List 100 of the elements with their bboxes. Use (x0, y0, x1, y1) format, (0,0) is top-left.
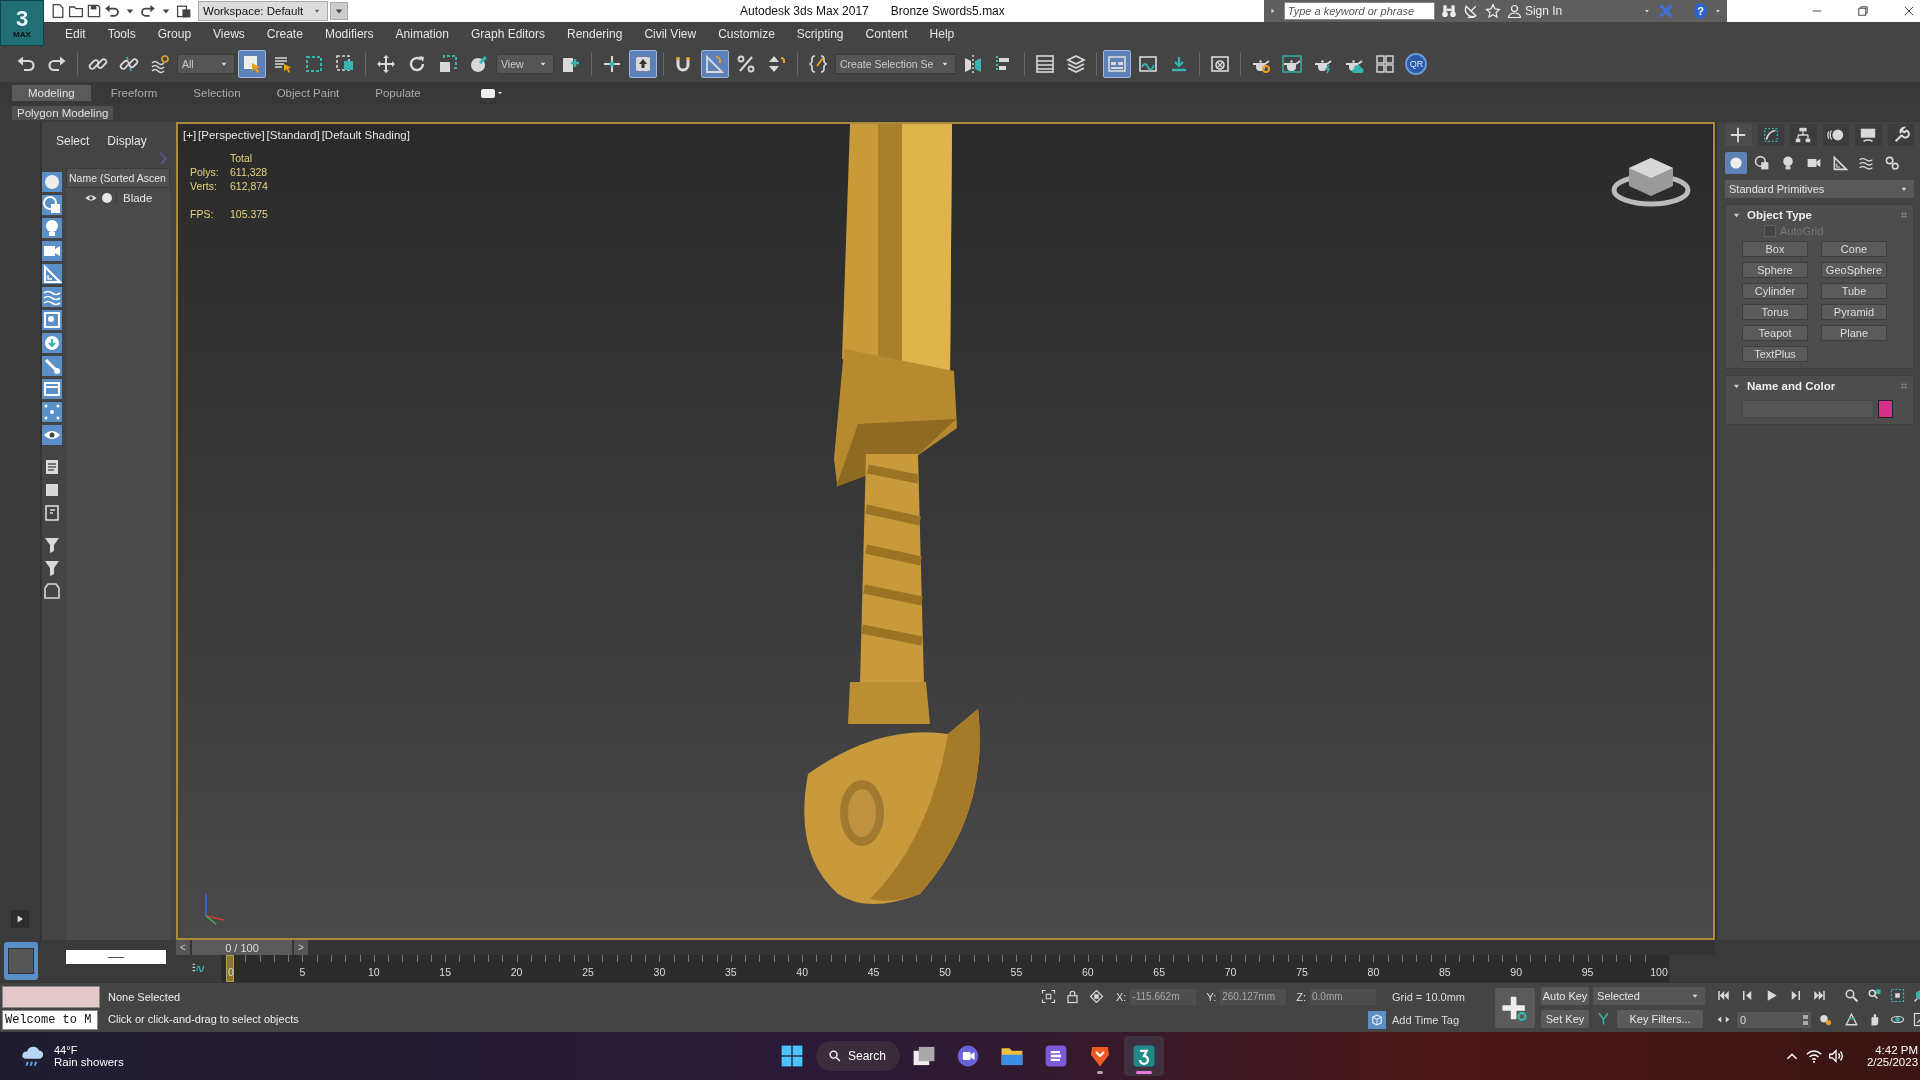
menu-item[interactable]: Edit (54, 27, 97, 41)
set-key-button[interactable]: Set Key (1541, 1009, 1590, 1028)
primitive-button[interactable]: Pyramid (1821, 304, 1887, 320)
primitive-button[interactable]: Sphere (1742, 262, 1808, 278)
column-header[interactable]: Name (Sorted Ascen (66, 168, 170, 188)
primitive-button[interactable]: Cone (1821, 241, 1887, 257)
toolbar-dropdown[interactable]: Create Selection Se (835, 54, 957, 74)
frame-number: 15 (439, 966, 452, 978)
menu-item[interactable]: Rendering (556, 27, 634, 41)
key-filters-button[interactable]: Key Filters... (1617, 1009, 1704, 1028)
primitive-button[interactable]: Cylinder (1742, 283, 1808, 299)
help-button[interactable]: ? (1694, 3, 1708, 19)
temperature[interactable]: 44°F (54, 1044, 124, 1056)
frame-spinner[interactable]: 0 (1737, 1011, 1812, 1028)
frame-number: 60 (1081, 966, 1094, 978)
frame-number: 100 (1650, 966, 1668, 978)
explorer-menu[interactable]: Display (107, 134, 147, 148)
frame-number: 80 (1367, 966, 1380, 978)
time-slider-track[interactable]: < 0 / 100 > (176, 940, 1715, 955)
menu-item[interactable]: Customize (707, 27, 786, 41)
file-name: Bronze Swords5.max (890, 4, 1005, 18)
primitive-button[interactable]: GeoSphere (1821, 262, 1887, 278)
primitive-button[interactable]: Plane (1821, 325, 1887, 341)
frame-number: 0 (228, 966, 234, 978)
frame-number: 95 (1581, 966, 1594, 978)
time-slider-thumb[interactable]: 0 / 100 (192, 940, 292, 955)
ribbon-tab[interactable]: Selection (177, 85, 257, 101)
viewport-label-menu[interactable]: [Standard] (265, 129, 321, 141)
viewport-label-menu[interactable]: [+] (182, 129, 198, 141)
stat-label: Verts: (190, 180, 218, 192)
prompt-text: Click or click-and-drag to select objects (108, 1012, 300, 1025)
sign-in-button[interactable]: Sign In (1506, 3, 1563, 19)
menu-item[interactable]: Create (255, 27, 314, 41)
workspace-dropdown[interactable]: Workspace: Default (198, 1, 328, 21)
primitive-button[interactable]: Torus (1742, 304, 1808, 320)
taskbar-search-button[interactable]: Search (816, 1041, 901, 1071)
primitive-button[interactable]: Tube (1821, 283, 1887, 299)
menu-item[interactable]: Civil View (633, 27, 708, 41)
frame-number: 45 (867, 966, 880, 978)
frame-number: 5 (299, 966, 306, 978)
toolbar-dropdown[interactable]: All (177, 54, 235, 74)
viewport[interactable]: [+] [Perspective] [Standard] [Default Shading] Total Polys: 611,328 Verts: 612,874 FPS: 105.375 (176, 122, 1715, 940)
frame-number: 90 (1510, 966, 1523, 978)
menu-item[interactable]: Group (146, 27, 203, 41)
primitive-button[interactable]: Teapot (1742, 325, 1808, 341)
ribbon-tab[interactable]: Object Paint (260, 85, 356, 101)
viewport-label-menu[interactable]: [Perspective] (197, 129, 266, 141)
coordinate-label: Y: (1206, 990, 1217, 1003)
explorer-menu[interactable]: Select (56, 134, 90, 148)
frame-number: 10 (367, 966, 380, 978)
frame-number: 75 (1296, 966, 1308, 978)
menu-item[interactable]: Graph Editors (459, 27, 556, 41)
frame-number: 70 (1224, 966, 1237, 978)
menu-item[interactable]: Scripting (785, 27, 855, 41)
frame-number: 85 (1438, 966, 1451, 978)
next-frame-button[interactable]: > (294, 940, 308, 955)
toolbar-dropdown[interactable]: View (496, 54, 554, 74)
auto-key-button[interactable]: Auto Key (1541, 986, 1590, 1005)
app-title: Autodesk 3ds Max 2017 (740, 4, 869, 18)
time-tag-label[interactable]: Add Time Tag (1392, 1013, 1460, 1026)
menu-item[interactable]: Content (854, 27, 919, 41)
coordinate-label: Z: (1296, 990, 1306, 1003)
menu-item[interactable]: Animation (384, 27, 460, 41)
object-name[interactable]: Blade (116, 192, 153, 204)
ribbon-tab[interactable]: Modeling (12, 85, 91, 101)
menu-item[interactable]: Views (202, 27, 256, 41)
frame-number: 25 (582, 966, 594, 978)
stat-label: Polys: (190, 166, 220, 178)
track-bar[interactable]: 0 5 10 15 20 25 30 35 40 45 50 55 60 65 70 75 80 85 90 95 100 (221, 955, 1669, 982)
frame-number: 35 (724, 966, 737, 978)
weather-text[interactable]: Rain showers (54, 1056, 124, 1068)
stat-value: 611,328 (230, 166, 268, 178)
clock-time[interactable]: 4:42 PM (1875, 1044, 1919, 1056)
menu-item[interactable]: Tools (96, 27, 147, 41)
menu-item[interactable]: Help (918, 27, 966, 41)
frame-number: 40 (796, 966, 809, 978)
viewport-label-menu[interactable]: [Default Shading] (320, 129, 411, 141)
app-menu-button[interactable]: 3 MAX (0, 0, 44, 46)
listener-input-field[interactable]: Welcome to M (2, 1009, 98, 1030)
primitive-button[interactable]: Box (1742, 241, 1808, 257)
stat-value: 105.375 (230, 208, 268, 220)
stats-header: Total (230, 152, 253, 164)
menu-item[interactable]: Modifiers (313, 27, 385, 41)
rollout-title[interactable]: Name and Color (1747, 380, 1836, 392)
clock-date[interactable]: 2/25/2023 (1866, 1056, 1919, 1068)
ribbon-tab[interactable]: Freeform (94, 85, 174, 101)
frame-number: 20 (510, 966, 523, 978)
frame-number: 30 (653, 966, 666, 978)
stat-value: 612,874 (230, 180, 268, 192)
key-mode-dropdown[interactable]: Selected (1593, 986, 1706, 1005)
ribbon-tab[interactable]: Populate (359, 85, 437, 101)
coordinate-label: X: (1116, 990, 1127, 1003)
previous-frame-button[interactable]: < (176, 940, 190, 955)
rollout-title[interactable]: Object Type (1747, 209, 1812, 221)
search-field[interactable]: Type a keyword or phrase (1283, 2, 1435, 20)
primitive-button[interactable]: TextPlus (1742, 346, 1808, 362)
frame-number: 50 (939, 966, 951, 978)
frame-number: 65 (1153, 966, 1166, 978)
selection-status: None Selected (108, 990, 182, 1003)
category-dropdown[interactable]: Standard Primitives (1725, 180, 1914, 198)
